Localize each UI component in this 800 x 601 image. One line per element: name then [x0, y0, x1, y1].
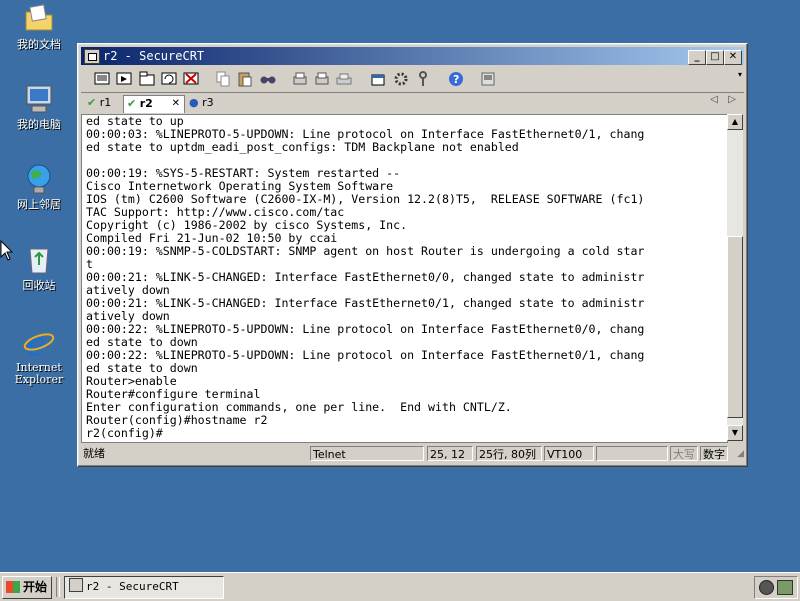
desktop-icon-label: 我的文档	[17, 38, 61, 51]
tab-r3[interactable]: ● r3	[189, 95, 225, 112]
app-icon	[84, 49, 100, 64]
info-icon: ●	[189, 96, 199, 109]
tab-label: r2	[139, 97, 153, 110]
globe-icon	[22, 162, 56, 196]
folder-icon	[22, 2, 56, 36]
desktop-icon-recycle-bin[interactable]: 回收站	[6, 243, 72, 292]
status-emulation: VT100	[544, 446, 594, 461]
desktop-icon-my-documents[interactable]: 我的文档	[6, 2, 72, 51]
quick-connect-icon[interactable]	[115, 70, 133, 88]
status-blank	[596, 446, 668, 461]
start-label: 开始	[23, 580, 48, 594]
svg-text:e: e	[27, 325, 46, 359]
toolbar-overflow-icon[interactable]: ▾	[738, 70, 742, 79]
scroll-down-icon[interactable]: ▼	[727, 425, 743, 441]
toolbar: ? ▾	[81, 66, 744, 93]
app-icon	[69, 578, 83, 592]
tab-r1[interactable]: ✔ r1	[87, 95, 121, 112]
computer-icon	[22, 82, 56, 116]
securecrt-window: r2 - SecureCRT _ □ ✕ ? ▾ ✔ r1 ✔ r2 ✕ ● r…	[77, 43, 748, 467]
svg-text:?: ?	[453, 73, 459, 86]
status-num: 数字	[700, 446, 728, 461]
desktop-icon-label: 我的电脑	[17, 118, 61, 131]
windows-logo-icon	[6, 581, 20, 593]
start-button[interactable]: 开始	[2, 576, 52, 599]
status-protocol: Telnet	[310, 446, 424, 461]
tab-label: r1	[99, 96, 112, 109]
keymap-icon[interactable]	[479, 70, 497, 88]
maximize-button[interactable]: □	[706, 50, 724, 65]
global-options-icon[interactable]	[392, 70, 410, 88]
session-options-icon[interactable]	[369, 70, 387, 88]
resize-grip-icon[interactable]: ◢	[737, 449, 744, 459]
status-caps: 大写	[670, 446, 698, 461]
terminal-output[interactable]: ed state to up 00:00:03: %LINEPROTO-5-UPD…	[81, 114, 728, 443]
desktop-icon-label: 网上邻居	[17, 198, 61, 211]
desktop-icon-my-computer[interactable]: 我的电脑	[6, 82, 72, 131]
print-selection-icon[interactable]	[313, 70, 331, 88]
window-title: r2 - SecureCRT	[103, 49, 205, 63]
status-ready: 就绪	[83, 447, 105, 460]
tab-r2[interactable]: ✔ r2 ✕	[123, 95, 185, 113]
taskbar-divider	[56, 577, 60, 597]
minimize-button[interactable]: _	[688, 50, 706, 65]
disconnect-icon[interactable]	[182, 70, 200, 88]
connect-icon[interactable]	[93, 70, 111, 88]
vertical-scrollbar[interactable]: ▲ ▼	[727, 114, 743, 441]
connect-in-tab-icon[interactable]	[138, 70, 156, 88]
terminal-text: ed state to up 00:00:03: %LINEPROTO-5-UPD…	[82, 115, 727, 440]
close-button[interactable]: ✕	[724, 50, 742, 65]
desktop-icon-network[interactable]: 网上邻居	[6, 162, 72, 211]
scroll-up-icon[interactable]: ▲	[727, 114, 743, 130]
find-icon[interactable]	[259, 70, 277, 88]
check-icon: ✔	[87, 96, 97, 109]
help-icon[interactable]: ?	[447, 70, 465, 88]
key-icon[interactable]	[414, 70, 432, 88]
status-bar: 就绪 Telnet 25, 12 25行, 80列 VT100 大写 数字 ◢	[81, 445, 744, 463]
reconnect-icon[interactable]	[160, 70, 178, 88]
taskbar-item-securecrt[interactable]: r2 - SecureCRT	[64, 576, 224, 599]
terminal-line: ed state to down	[86, 361, 198, 375]
mouse-cursor-icon	[0, 240, 14, 261]
print-icon[interactable]	[291, 70, 309, 88]
status-cursor: 25, 12	[427, 446, 473, 461]
scroll-thumb[interactable]	[727, 236, 743, 418]
copy-icon[interactable]	[214, 70, 232, 88]
terminal-line: ed state to uptdm_eadi_post_configs: TDM…	[86, 140, 519, 154]
session-tabs: ✔ r1 ✔ r2 ✕ ● r3 ◁ ▷	[81, 93, 744, 113]
title-bar[interactable]: r2 - SecureCRT _ □ ✕	[81, 47, 744, 65]
tab-prev-icon[interactable]: ◁	[710, 94, 718, 105]
status-size: 25行, 80列	[476, 446, 542, 461]
tab-close-icon[interactable]: ✕	[172, 96, 180, 112]
volume-icon[interactable]	[759, 580, 774, 595]
desktop-icon-label: 回收站	[22, 279, 56, 292]
taskbar: 开始 r2 - SecureCRT	[0, 572, 800, 601]
terminal-line: 00:00:21: %LINK-5-CHANGED: Interface Fas…	[86, 296, 645, 310]
taskbar-item-label: r2 - SecureCRT	[86, 580, 179, 593]
check-icon: ✔	[127, 97, 137, 110]
terminal-line: 00:00:19: %SNMP-5-COLDSTART: SNMP agent …	[86, 244, 645, 258]
tab-label: r3	[202, 96, 214, 109]
terminal-line: 00:00:21: %LINK-5-CHANGED: Interface Fas…	[86, 270, 645, 284]
desktop-icon-internet-explorer[interactable]: e Internet Explorer	[6, 325, 72, 386]
recycle-bin-icon	[22, 243, 56, 277]
printer-icon[interactable]	[335, 70, 353, 88]
network-icon[interactable]	[777, 580, 793, 595]
tab-next-icon[interactable]: ▷	[728, 94, 736, 105]
terminal-line: r2(config)#	[86, 426, 163, 440]
internet-explorer-icon: e	[22, 325, 56, 363]
terminal-line: Router(config)#hostname r2	[86, 413, 268, 427]
system-tray	[754, 576, 798, 599]
desktop-icon-label: Internet Explorer	[14, 361, 64, 386]
paste-icon[interactable]	[236, 70, 254, 88]
